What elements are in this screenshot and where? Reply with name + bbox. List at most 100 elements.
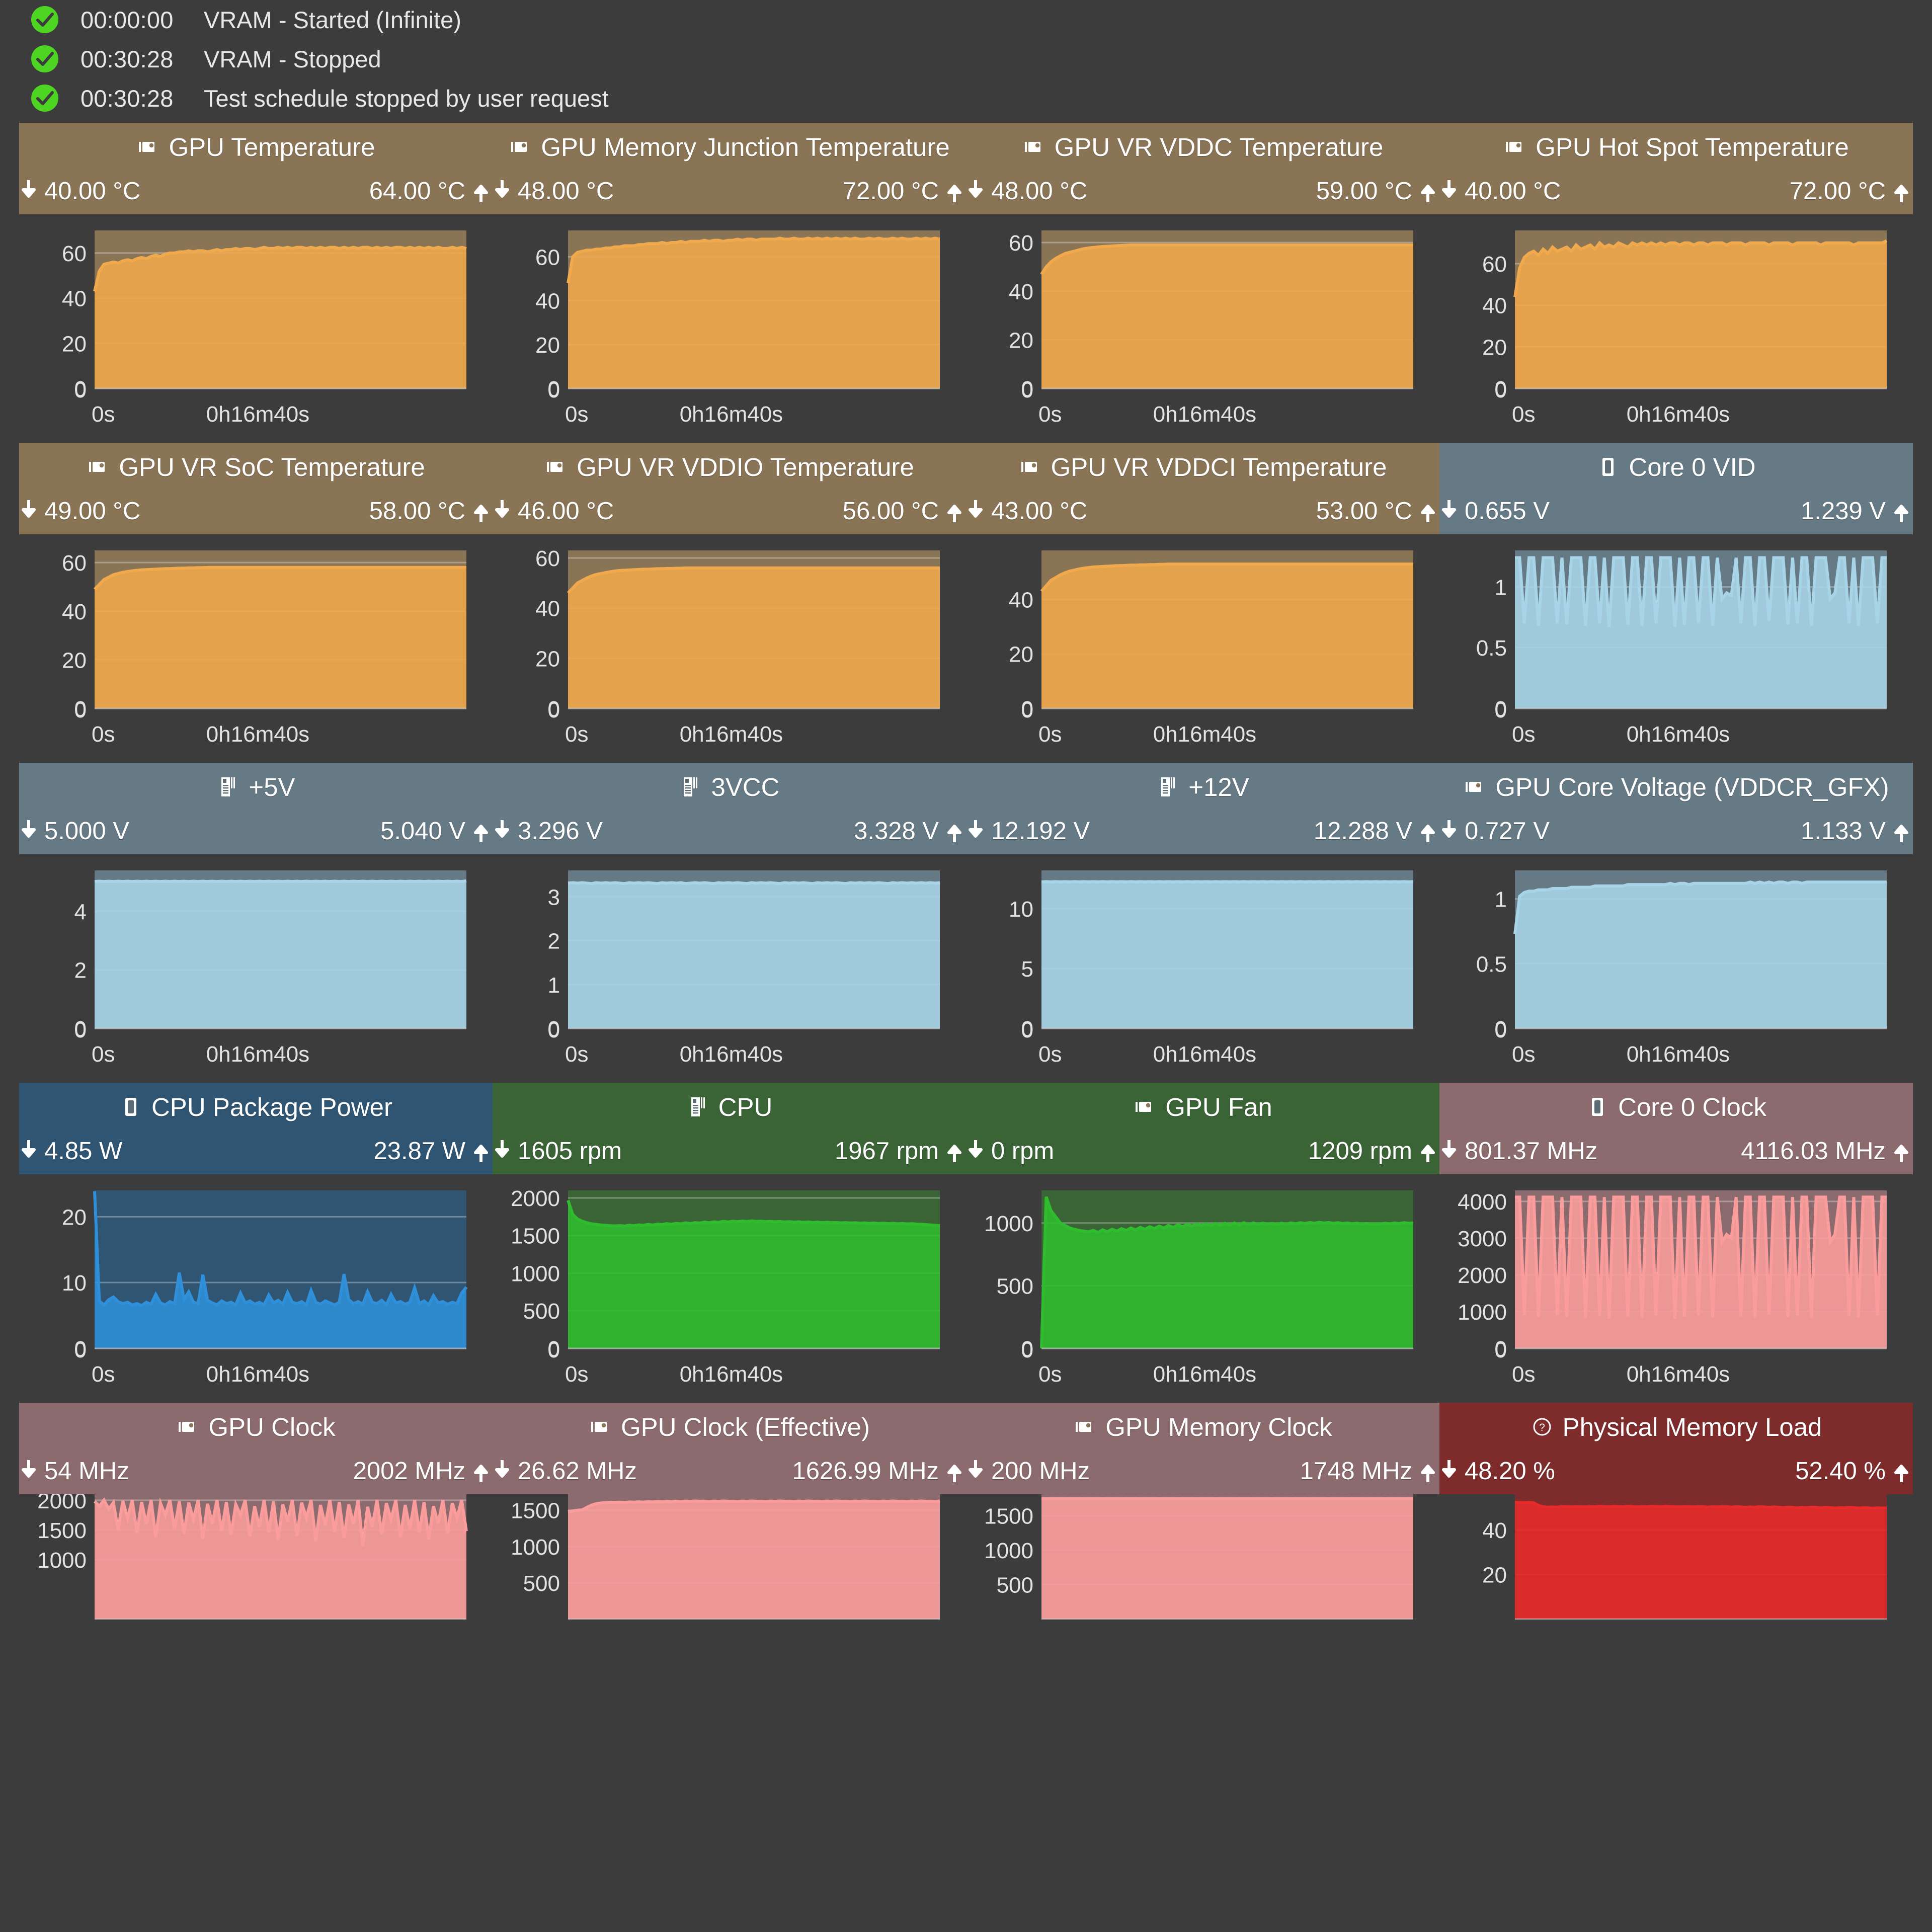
row-spacer bbox=[0, 752, 1932, 763]
sensor-header-gpu-temperature[interactable]: GPU Temperature 40.00 °C 64.00 °C bbox=[19, 123, 493, 214]
sensor-chart-row: 0 10 20 0 0s 0h16m40s 0 500 1000 1500 2000 0 0s 0h16m… bbox=[0, 1174, 1932, 1392]
sensor-header-gpu-clock[interactable]: GPU Clock 54 MHz 2002 MHz bbox=[19, 1403, 493, 1494]
sensor-header-cpu-package-power[interactable]: CPU Package Power 4.85 W 23.87 W bbox=[19, 1083, 493, 1174]
sensor-title: +12V bbox=[1188, 772, 1249, 801]
sensor-chart-physical-memory-load[interactable]: 20 40 bbox=[1439, 1494, 1913, 1630]
sensor-chart-gpu-clock-effective[interactable]: 500 1000 1500 bbox=[493, 1494, 966, 1630]
sensor-chart-gpu-memory-junction-temperature[interactable]: 0 20 40 60 0 0s 0h16m40s bbox=[493, 214, 966, 432]
svg-text:0: 0 bbox=[1495, 698, 1507, 722]
sensor-header-gpu-clock-effective[interactable]: GPU Clock (Effective) 26.62 MHz 1626.99 MH… bbox=[493, 1403, 966, 1494]
sensor-header-plus-5v[interactable]: +5V 5.000 V 5.040 V bbox=[19, 763, 493, 854]
sensor-min-value: 49.00 °C bbox=[44, 498, 141, 525]
sensor-header-gpu-vr-vddci-temperature[interactable]: GPU VR VDDCI Temperature 43.00 °C 53.00 °C bbox=[966, 443, 1439, 534]
svg-text:1000: 1000 bbox=[511, 1535, 560, 1560]
sensor-title: GPU VR VDDCI Temperature bbox=[1051, 452, 1387, 481]
log-entry: 00:30:28 VRAM - Stopped bbox=[29, 39, 1932, 78]
sensor-chart-core-0-clock[interactable]: 0 1000 2000 3000 4000 0 0s 0h16m40s bbox=[1439, 1174, 1913, 1392]
sensor-chart-3vcc[interactable]: 0 1 2 3 0 0s 0h16m40s bbox=[493, 854, 966, 1072]
arrow-up-icon bbox=[946, 1138, 963, 1164]
arrow-up-icon bbox=[472, 818, 490, 844]
sensor-header-plus-12v[interactable]: +12V 12.192 V 12.288 V bbox=[966, 763, 1439, 854]
chart-plot: 0 20 40 60 0 0s 0h16m40s bbox=[493, 534, 966, 752]
svg-text:2: 2 bbox=[548, 929, 560, 954]
svg-text:0.5: 0.5 bbox=[1476, 952, 1507, 977]
sensor-chart-cpu-package-power[interactable]: 0 10 20 0 0s 0h16m40s bbox=[19, 1174, 493, 1392]
arrow-down-icon bbox=[1440, 1458, 1458, 1484]
sensor-header-core-0-clock[interactable]: Core 0 Clock 801.37 MHz 4116.03 MHz bbox=[1439, 1083, 1913, 1174]
cpu-chip-icon bbox=[119, 1095, 142, 1118]
arrow-down-icon bbox=[494, 1138, 511, 1164]
sensor-header-3vcc[interactable]: 3VCC 3.296 V 3.328 V bbox=[493, 763, 966, 854]
svg-text:0h16m40s: 0h16m40s bbox=[1627, 402, 1730, 427]
sensor-chart-row: 0 20 40 60 0 0s 0h16m40s 0 20 40 60 0 0s 0h16m40s 0 20 4… bbox=[0, 214, 1932, 432]
sensor-chart-gpu-fan[interactable]: 0 500 1000 0 0s 0h16m40s bbox=[966, 1174, 1439, 1392]
sensor-header-gpu-memory-junction-temperature[interactable]: GPU Memory Junction Temperature 48.00 °C 7… bbox=[493, 123, 966, 214]
sensor-chart-gpu-hot-spot-temperature[interactable]: 0 20 40 60 0 0s 0h16m40s bbox=[1439, 214, 1913, 432]
arrow-up-icon bbox=[1419, 498, 1436, 524]
sensor-chart-core-0-vid[interactable]: 0 0.5 1 0 0s 0h16m40s bbox=[1439, 534, 1913, 752]
sensor-header-gpu-vr-soc-temperature[interactable]: GPU VR SoC Temperature 49.00 °C 58.00 °C bbox=[19, 443, 493, 534]
svg-text:0h16m40s: 0h16m40s bbox=[1627, 722, 1730, 747]
svg-text:0s: 0s bbox=[92, 722, 115, 747]
sensor-header-physical-memory-load[interactable]: ? Physical Memory Load 48.20 % 52.40 % bbox=[1439, 1403, 1913, 1494]
sensor-header-row: +5V 5.000 V 5.040 V 3VCC 3.296 V 3.328 V +12V 1… bbox=[0, 763, 1932, 854]
sensor-chart-plus-5v[interactable]: 0 2 4 0 0s 0h16m40s bbox=[19, 854, 493, 1072]
sensor-header-gpu-vr-vddc-temperature[interactable]: GPU VR VDDC Temperature 48.00 °C 59.00 °C bbox=[966, 123, 1439, 214]
sensor-chart-gpu-clock[interactable]: 1000 1500 2000 bbox=[19, 1494, 493, 1630]
svg-text:1000: 1000 bbox=[37, 1548, 87, 1573]
svg-text:1500: 1500 bbox=[984, 1504, 1033, 1528]
svg-text:1: 1 bbox=[548, 973, 560, 998]
sensor-chart-gpu-memory-clock[interactable]: 500 1000 1500 bbox=[966, 1494, 1439, 1630]
svg-text:1: 1 bbox=[1495, 575, 1507, 600]
svg-text:500: 500 bbox=[523, 1571, 560, 1596]
sensor-chart-gpu-vr-soc-temperature[interactable]: 0 20 40 60 0 0s 0h16m40s bbox=[19, 534, 493, 752]
sensor-chart-gpu-vr-vddc-temperature[interactable]: 0 20 40 60 0 0s 0h16m40s bbox=[966, 214, 1439, 432]
log-timestamp: 00:30:28 bbox=[80, 85, 174, 112]
svg-text:0: 0 bbox=[1021, 378, 1033, 403]
sensor-chart-gpu-temperature[interactable]: 0 20 40 60 0 0s 0h16m40s bbox=[19, 214, 493, 432]
sensor-header-row: GPU Clock 54 MHz 2002 MHz GPU Clock (Effect… bbox=[0, 1403, 1932, 1494]
sensor-header-cpu-fan[interactable]: CPU 1605 rpm 1967 rpm bbox=[493, 1083, 966, 1174]
svg-text:10: 10 bbox=[62, 1271, 87, 1296]
chart-plot: 0 5 10 0 0s 0h16m40s bbox=[966, 854, 1439, 1072]
svg-text:0: 0 bbox=[74, 1018, 87, 1042]
sensor-min-value: 48.20 % bbox=[1465, 1458, 1555, 1485]
sensor-chart-cpu-fan[interactable]: 0 500 1000 1500 2000 0 0s 0h16m40s bbox=[493, 1174, 966, 1392]
row-spacer bbox=[0, 432, 1932, 443]
arrow-up-icon bbox=[1893, 498, 1910, 524]
arrow-down-icon bbox=[20, 1138, 37, 1164]
svg-text:0h16m40s: 0h16m40s bbox=[680, 722, 783, 747]
sensor-header-gpu-hot-spot-temperature[interactable]: GPU Hot Spot Temperature 40.00 °C 72.00 °C bbox=[1439, 123, 1913, 214]
sensor-header-gpu-memory-clock[interactable]: GPU Memory Clock 200 MHz 1748 MHz bbox=[966, 1403, 1439, 1494]
svg-text:500: 500 bbox=[997, 1274, 1033, 1299]
chart-plot: 0 20 40 60 0 0s 0h16m40s bbox=[966, 214, 1439, 432]
sensor-header-gpu-core-voltage[interactable]: GPU Core Voltage (VDDCR_GFX) 0.727 V 1.133… bbox=[1439, 763, 1913, 854]
svg-text:0s: 0s bbox=[565, 1042, 588, 1067]
chart-plot: 0 10 20 0 0s 0h16m40s bbox=[19, 1174, 493, 1392]
sensor-header-gpu-vr-vddio-temperature[interactable]: GPU VR VDDIO Temperature 46.00 °C 56.00 °C bbox=[493, 443, 966, 534]
sensor-max-value: 1967 rpm bbox=[834, 1138, 939, 1165]
arrow-up-icon bbox=[1419, 1138, 1436, 1164]
question-icon: ? bbox=[1531, 1415, 1554, 1438]
sensor-min-value: 0.655 V bbox=[1465, 498, 1550, 525]
svg-text:20: 20 bbox=[1009, 642, 1033, 667]
arrow-up-icon bbox=[946, 178, 963, 204]
svg-text:0s: 0s bbox=[92, 402, 115, 427]
svg-text:1500: 1500 bbox=[511, 1224, 560, 1249]
sensor-chart-gpu-core-voltage[interactable]: 0 0.5 1 0 0s 0h16m40s bbox=[1439, 854, 1913, 1072]
arrow-down-icon bbox=[1440, 178, 1458, 204]
sensor-chart-gpu-vr-vddci-temperature[interactable]: 0 20 40 0 0s 0h16m40s bbox=[966, 534, 1439, 752]
svg-text:1000: 1000 bbox=[984, 1212, 1033, 1236]
sensor-chart-plus-12v[interactable]: 0 5 10 0 0s 0h16m40s bbox=[966, 854, 1439, 1072]
svg-text:0h16m40s: 0h16m40s bbox=[680, 402, 783, 427]
sensor-header-gpu-fan[interactable]: GPU Fan 0 rpm 1209 rpm bbox=[966, 1083, 1439, 1174]
log-entry: 00:30:28 Test schedule stopped by user re… bbox=[29, 78, 1932, 118]
svg-text:0s: 0s bbox=[92, 1362, 115, 1387]
sensor-chart-gpu-vr-vddio-temperature[interactable]: 0 20 40 60 0 0s 0h16m40s bbox=[493, 534, 966, 752]
sensor-title: CPU Package Power bbox=[151, 1092, 393, 1121]
sensor-header-core-0-vid[interactable]: Core 0 VID 0.655 V 1.239 V bbox=[1439, 443, 1913, 534]
log-message: VRAM - Started (Infinite) bbox=[204, 6, 461, 33]
test-log-area: 00:00:00 VRAM - Started (Infinite) 00:30:2… bbox=[0, 0, 1932, 123]
sensor-min-value: 40.00 °C bbox=[44, 178, 141, 205]
arrow-up-icon bbox=[1893, 1458, 1910, 1484]
